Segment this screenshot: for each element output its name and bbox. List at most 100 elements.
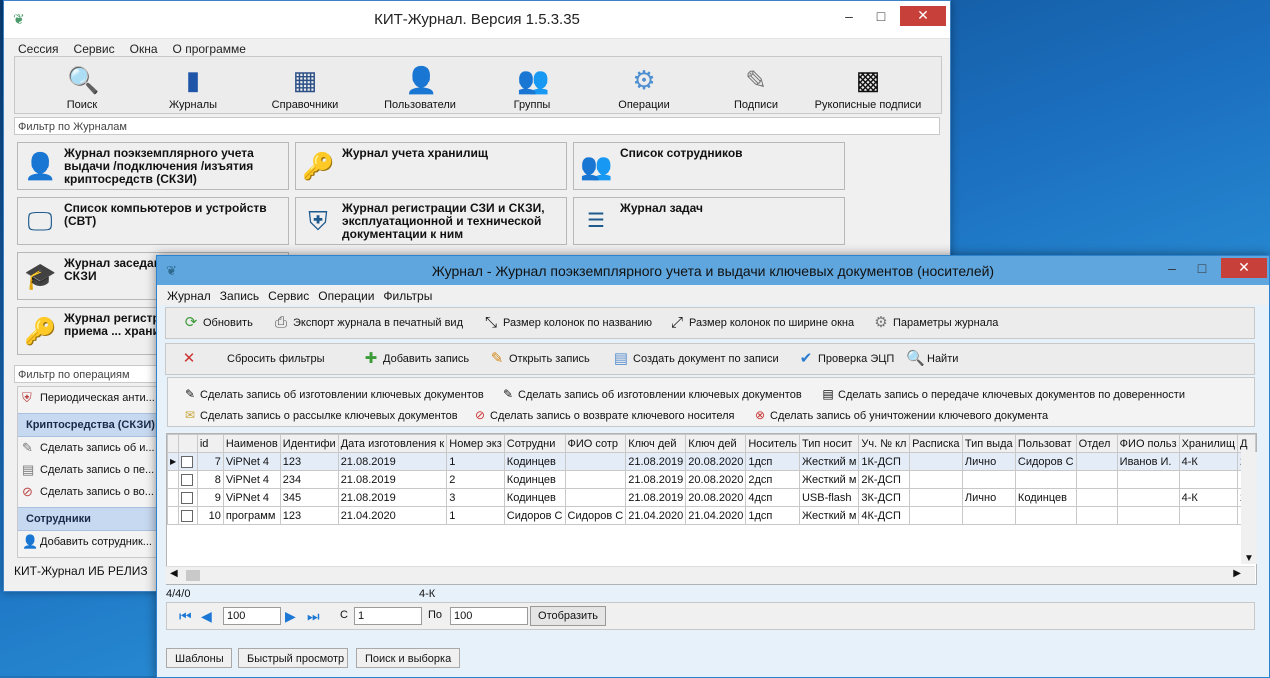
menu-filters[interactable]: Фильтры	[379, 285, 437, 303]
table-cell[interactable]: 2К-ДСП	[858, 470, 911, 489]
menu-service[interactable]: Сервис	[66, 39, 122, 56]
toolbar-groups-button[interactable]: 👥 Группы	[482, 61, 582, 111]
chevron-down-icon[interactable]: ▼	[1244, 553, 1254, 564]
table-cell[interactable]: 1К-ДСП	[858, 452, 911, 471]
table-cell[interactable]: 345	[279, 488, 339, 507]
tab-quick-view[interactable]: Быстрый просмотр	[238, 648, 348, 668]
table-cell[interactable]	[1014, 470, 1077, 489]
column-header[interactable]: Идентифи	[279, 434, 339, 453]
vertical-scrollbar[interactable]: ▼	[1241, 452, 1257, 564]
horizontal-scrollbar[interactable]: ◀ ▶	[166, 566, 1255, 584]
table-cell[interactable]: 4-К	[1178, 488, 1239, 507]
row-checkbox[interactable]	[181, 491, 194, 504]
table-cell[interactable]: 20.08.2020	[685, 488, 747, 507]
toolbar-handwritten-button[interactable]: ▩ Рукописные подписи	[812, 61, 924, 111]
journal-card-computers[interactable]: 🖵 Список компьютеров и устройств (СВТ)	[17, 197, 289, 245]
refresh-button[interactable]: ⟳ Обновить	[182, 314, 253, 332]
op-destroy-document[interactable]: ⊗ Сделать запись об уничтожении ключевого…	[752, 407, 1048, 424]
table-cell[interactable]: Иванов И.	[1116, 452, 1180, 471]
op-make-key-docs-1[interactable]: ✎ Сделать запись об изготовлении ключевых…	[182, 386, 484, 403]
minimize-icon[interactable]: –	[1159, 259, 1185, 279]
column-header[interactable]: id	[196, 434, 224, 453]
show-button[interactable]: Отобразить	[530, 606, 606, 626]
table-cell[interactable]: 3К-ДСП	[858, 488, 911, 507]
ops-group-skzi[interactable]: Криптосредства (СКЗИ)	[18, 413, 178, 437]
table-cell[interactable]: 7	[196, 452, 224, 471]
column-header[interactable]: Пользоват	[1014, 434, 1077, 453]
prev-page-icon[interactable]: ◀	[201, 607, 212, 625]
table-cell[interactable]: программ	[222, 506, 281, 525]
table-cell[interactable]: 2	[446, 470, 505, 489]
op-mailing[interactable]: ✉ Сделать запись о рассылке ключевых доку…	[182, 407, 458, 424]
maximize-icon[interactable]: □	[1189, 259, 1215, 279]
ops-group-employees[interactable]: Сотрудники	[18, 507, 178, 531]
op-item[interactable]: ⊘ Сделать запись о во...	[18, 481, 178, 503]
menu-about[interactable]: О программе	[165, 39, 253, 56]
maximize-icon[interactable]: □	[868, 7, 894, 27]
table-cell[interactable]: 21.08.2019	[337, 452, 448, 471]
table-cell[interactable]: 10	[196, 506, 224, 525]
table-cell[interactable]: ViPNet 4	[222, 452, 281, 471]
column-header[interactable]: Тип носит	[798, 434, 860, 453]
table-cell[interactable]	[909, 506, 963, 525]
column-header[interactable]: Ключ дей	[685, 434, 747, 453]
table-cell[interactable]	[1075, 452, 1118, 471]
journal-card-storage[interactable]: 🔑 Журнал учета хранилищ	[295, 142, 567, 190]
table-cell[interactable]: 21.04.2020	[625, 506, 687, 525]
row-checkbox[interactable]	[181, 509, 194, 522]
export-print-button[interactable]: ⎙ Экспорт журнала в печатный вид	[272, 314, 463, 332]
op-item[interactable]: ▤ Сделать запись о пе...	[18, 459, 178, 481]
table-cell[interactable]: ViPNet 4	[222, 470, 281, 489]
table-cell[interactable]: 123	[279, 452, 339, 471]
table-cell[interactable]: 9	[196, 488, 224, 507]
chevron-right-icon[interactable]: ▶	[1233, 568, 1241, 579]
table-cell[interactable]: Жесткий м	[798, 470, 860, 489]
table-cell[interactable]	[961, 506, 1016, 525]
column-header[interactable]: Д	[1237, 434, 1256, 453]
to-input[interactable]: 100	[450, 607, 528, 625]
column-header[interactable]: Номер экз	[446, 434, 505, 453]
op-item[interactable]: ✎ Сделать запись об и...	[18, 437, 178, 459]
table-cell[interactable]	[909, 470, 963, 489]
table-cell[interactable]: USB-flash	[798, 488, 860, 507]
table-cell[interactable]	[1014, 506, 1077, 525]
row-checkbox[interactable]	[181, 473, 194, 486]
table-cell[interactable]	[1116, 488, 1180, 507]
next-page-icon[interactable]: ▶	[285, 607, 296, 625]
menu-record[interactable]: Запись	[216, 285, 264, 303]
close-icon[interactable]: ✕	[1221, 258, 1267, 278]
toolbar-directories-button[interactable]: ▦ Справочники	[255, 61, 355, 111]
column-header[interactable]: Сотрудни	[503, 434, 566, 453]
columns-by-width-button[interactable]: ⤢ Размер колонок по ширине окна	[668, 314, 854, 332]
close-icon[interactable]: ✕	[900, 6, 946, 26]
table-cell[interactable]: 20.08.2020	[685, 452, 747, 471]
table-row[interactable]: ▶ 7 ViPNet 4 123 21.08.2019 1 Кодинцев 21.08.20…	[167, 452, 1256, 471]
column-header[interactable]: Наименов	[222, 434, 281, 453]
table-cell[interactable]	[564, 452, 627, 471]
column-header[interactable]: Тип выда	[961, 434, 1016, 453]
op-return-carrier[interactable]: ⊘ Сделать запись о возврате ключевого нос…	[472, 407, 735, 424]
reset-filters-button[interactable]: ✕ Сбросить фильтры	[180, 350, 325, 368]
verify-signature-button[interactable]: ✔ Проверка ЭЦП	[797, 350, 895, 368]
table-row[interactable]: 8 ViPNet 4 234 21.08.2019 2 Кодинцев 21.08.201…	[167, 470, 1256, 489]
table-cell[interactable]: 4К-ДСП	[858, 506, 911, 525]
table-cell[interactable]: 1дсп	[745, 506, 800, 525]
table-cell[interactable]	[1178, 506, 1239, 525]
table-cell[interactable]	[1178, 470, 1239, 489]
table-cell[interactable]: ViPNet 4	[222, 488, 281, 507]
first-page-icon[interactable]: ⏮	[179, 607, 192, 625]
table-cell[interactable]: Лично	[961, 488, 1016, 507]
table-cell[interactable]: 4-К	[1178, 452, 1239, 471]
op-make-key-docs-2[interactable]: ✎ Сделать запись об изготовлении ключевых…	[500, 386, 802, 403]
table-cell[interactable]: Кодинцев	[503, 488, 566, 507]
menu-session[interactable]: Сессия	[10, 39, 66, 56]
column-header[interactable]: ФИО польз	[1116, 434, 1180, 453]
toolbar-users-button[interactable]: 👤 Пользователи	[370, 61, 470, 111]
column-header[interactable]: Уч. № кл	[858, 434, 911, 453]
menu-operations[interactable]: Операции	[314, 285, 379, 303]
journal-filter-input[interactable]: Фильтр по Журналам	[14, 117, 940, 135]
column-header[interactable]: ФИО сотр	[564, 434, 627, 453]
table-cell[interactable]: Кодинцев	[503, 452, 566, 471]
menu-service[interactable]: Сервис	[264, 285, 314, 303]
toolbar-operations-button[interactable]: ⚙ Операции	[594, 61, 694, 111]
